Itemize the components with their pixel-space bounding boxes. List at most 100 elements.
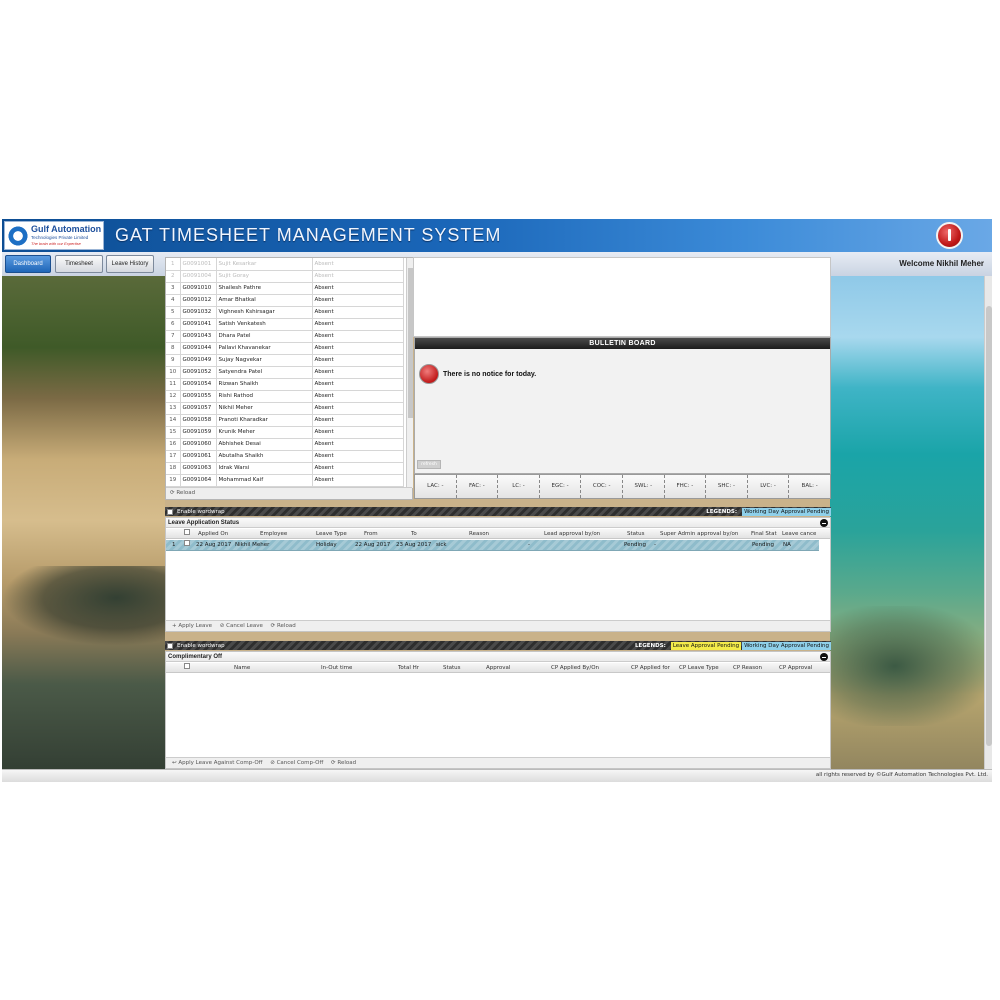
balance-bal: BAL: -	[801, 483, 818, 489]
row-number: 19	[166, 474, 181, 487]
col-leave-cancel[interactable]: Leave cance	[782, 529, 816, 539]
employee-code: G0091055	[180, 390, 217, 403]
cell-leave-type: Holiday	[316, 542, 337, 548]
attendance-scrollbar[interactable]	[406, 258, 413, 488]
logout-power-button[interactable]	[936, 222, 963, 249]
list-item[interactable]: 19 G0091064 Mohammad Kaif Absent	[166, 474, 404, 487]
balance-lvc: LVC: -	[748, 475, 790, 498]
employee-code: G0091032	[180, 306, 217, 319]
employee-code: G0091041	[180, 318, 217, 331]
employee-name: Vighnesh Kshirsagar	[216, 306, 313, 319]
col-cp-leave-type[interactable]: CP Leave Type	[679, 663, 719, 673]
apply-leave-button[interactable]: + Apply Leave	[172, 623, 212, 629]
tab-timesheet[interactable]: Timesheet	[55, 255, 103, 273]
col-lead-approval[interactable]: Lead approval by/on	[544, 529, 600, 539]
list-item[interactable]: 11 G0091054 Rizwan Shaikh Absent	[166, 378, 404, 391]
col-status[interactable]: Status	[627, 529, 645, 539]
attendance-table: 1 G0091001 Sujit Kesarkar Absent 2 G0091004 Su…	[166, 258, 404, 487]
employee-name: Rishi Rathod	[216, 390, 313, 403]
list-item[interactable]: 4 G0091012 Amar Bhatkal Absent	[166, 294, 404, 307]
leave-balance-strip: LAC: - FAC: - LC: - EGC: - COC: - SWL: -…	[414, 474, 831, 499]
list-item[interactable]: 6 G0091041 Satish Venkatesh Absent	[166, 318, 404, 331]
col-approval[interactable]: Approval	[486, 663, 510, 673]
tab-leave-history[interactable]: Leave History	[106, 255, 154, 273]
col-from[interactable]: From	[364, 529, 378, 539]
col-cp-approval[interactable]: CP Approval	[779, 663, 812, 673]
table-row[interactable]: 1 22 Aug 2017 Nikhil Meher Holiday 22 Au…	[166, 540, 819, 551]
collapse-icon[interactable]	[820, 519, 828, 527]
col-in-out-time[interactable]: In-Out time	[321, 663, 352, 673]
leave-status-title: Leave Application Status	[166, 518, 830, 528]
col-reason[interactable]: Reason	[469, 529, 489, 539]
comp-off-title-text: Complimentary Off	[168, 654, 223, 660]
cancel-leave-button[interactable]: ⊘ Cancel Leave	[220, 623, 263, 629]
col-name[interactable]: Name	[234, 663, 250, 673]
wordwrap-checkbox[interactable]	[167, 508, 173, 515]
row-checkbox[interactable]	[184, 540, 194, 551]
col-leave-type[interactable]: Leave Type	[316, 529, 347, 539]
col-applied-on[interactable]: Applied On	[198, 529, 228, 539]
cell-reason: sick	[436, 542, 447, 548]
col-status[interactable]: Status	[443, 663, 461, 673]
list-item[interactable]: 15 G0091059 Krunik Meher Absent	[166, 426, 404, 439]
col-cp-applied-by[interactable]: CP Applied By/On	[551, 663, 599, 673]
attendance-status: Absent	[312, 366, 404, 379]
list-item[interactable]: 16 G0091060 Abhishek Desai Absent	[166, 438, 404, 451]
logo-company-subtitle: Technologies Private Limited	[31, 235, 89, 240]
balance-lac: LAC: -	[415, 475, 457, 498]
list-item[interactable]: 8 G0091044 Pallavi Khavanekar Absent	[166, 342, 404, 355]
attendance-status: Absent	[312, 318, 404, 331]
list-item[interactable]: 13 G0091057 Nikhil Meher Absent	[166, 402, 404, 415]
list-item[interactable]: 2 G0091004 Sujit Goray Absent	[166, 270, 404, 283]
list-item[interactable]: 1 G0091001 Sujit Kesarkar Absent	[166, 258, 404, 271]
col-cp-reason[interactable]: CP Reason	[733, 663, 762, 673]
page-scrollbar[interactable]	[984, 276, 992, 782]
list-item[interactable]: 3 G0091010 Shailesh Pathre Absent	[166, 282, 404, 295]
col-super-admin-approval[interactable]: Super Admin approval by/on	[660, 529, 738, 539]
col-employee[interactable]: Employee	[260, 529, 287, 539]
employee-code: G0091012	[180, 294, 217, 307]
leave-application-status-grid: Leave Application Status Applied On Empl…	[165, 517, 831, 632]
collapse-icon[interactable]	[820, 653, 828, 661]
reload-leave-button[interactable]: ⟳ Reload	[271, 623, 296, 629]
leave-status-header: Applied On Employee Leave Type From To R…	[166, 529, 830, 539]
cell-from: 22 Aug 2017	[355, 542, 391, 548]
employee-name: Abutalha Shaikh	[216, 450, 313, 463]
list-item[interactable]: 17 G0091061 Abutalha Shaikh Absent	[166, 450, 404, 463]
app-header: Gulf Automation Technologies Private Lim…	[2, 219, 992, 252]
col-total-hr[interactable]: Total Hr	[398, 663, 419, 673]
list-item[interactable]: 9 G0091049 Sujay Nagvekar Absent	[166, 354, 404, 367]
employee-code: G0091060	[180, 438, 217, 451]
list-item[interactable]: 12 G0091055 Rishi Rathod Absent	[166, 390, 404, 403]
leave-status-footer: + Apply Leave ⊘ Cancel Leave ⟳ Reload	[166, 620, 830, 631]
employee-code: G0091010	[180, 282, 217, 295]
col-final-status[interactable]: Final Stat	[751, 529, 777, 539]
attendance-reload-button[interactable]: ⟳ Reload	[166, 487, 412, 499]
bulletin-refresh-button[interactable]: refresh	[417, 460, 441, 469]
select-all-checkbox[interactable]	[184, 529, 194, 539]
col-cp-applied-for[interactable]: CP Applied for	[631, 663, 670, 673]
list-item[interactable]: 10 G0091052 Satyendra Patel Absent	[166, 366, 404, 379]
comp-off-wordwrap-toggle[interactable]: Enable wordwrap	[167, 641, 225, 650]
list-item[interactable]: 5 G0091032 Vighnesh Kshirsagar Absent	[166, 306, 404, 319]
background-left-scenery	[2, 276, 165, 782]
apply-leave-against-comp-off-button[interactable]: ↩ Apply Leave Against Comp-Off	[172, 760, 262, 766]
legend-label: LEGENDS:	[634, 642, 666, 649]
select-all-checkbox[interactable]	[184, 663, 194, 673]
cancel-comp-off-button[interactable]: ⊘ Cancel Comp-Off	[270, 760, 323, 766]
list-item[interactable]: 7 G0091043 Dhara Patel Absent	[166, 330, 404, 343]
attendance-status: Absent	[312, 426, 404, 439]
col-to[interactable]: To	[411, 529, 417, 539]
wordwrap-checkbox[interactable]	[167, 642, 173, 649]
attendance-status: Absent	[312, 342, 404, 355]
list-item[interactable]: 18 G0091063 Idrak Warsi Absent	[166, 462, 404, 475]
list-item[interactable]: 14 G0091058 Pranoti Kharadkar Absent	[166, 414, 404, 427]
leave-wordwrap-toggle[interactable]: Enable wordwrap	[167, 507, 225, 516]
attendance-status: Absent	[312, 450, 404, 463]
row-number: 2	[166, 270, 181, 283]
bulletin-title: BULLETIN BOARD	[415, 338, 830, 349]
employee-name: Amar Bhatkal	[216, 294, 313, 307]
tab-dashboard[interactable]: Dashboard	[5, 255, 51, 273]
reload-comp-off-button[interactable]: ⟳ Reload	[331, 760, 356, 766]
row-number: 7	[166, 330, 181, 343]
